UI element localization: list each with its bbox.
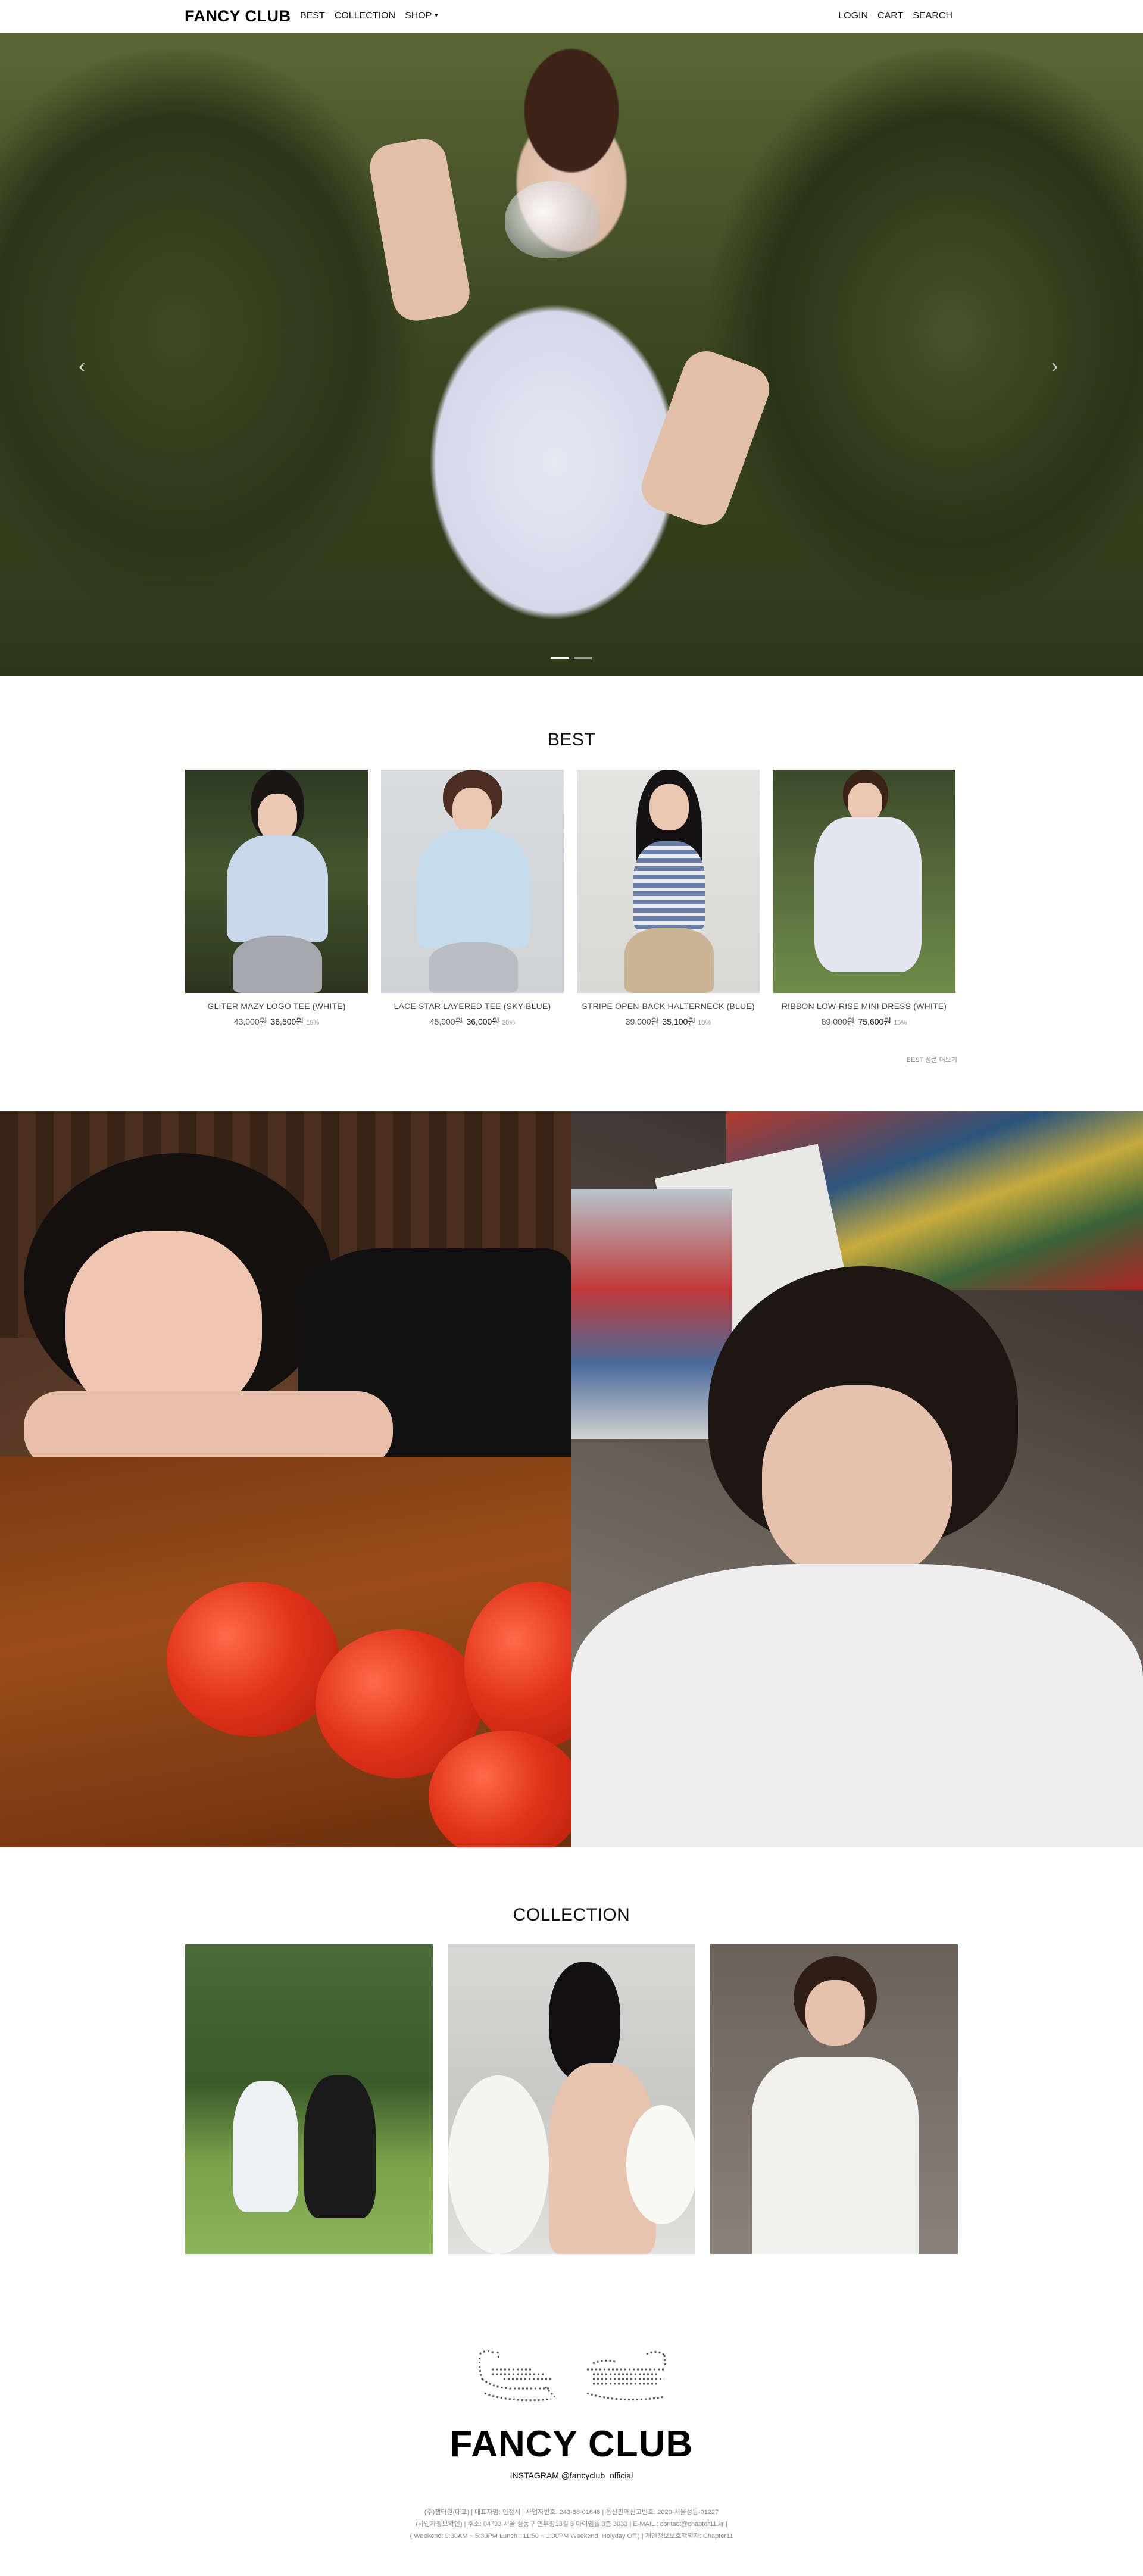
hero-dot-2[interactable] bbox=[574, 657, 592, 659]
best-section-title: BEST bbox=[547, 730, 596, 750]
product-discount: 15% bbox=[306, 1019, 320, 1026]
hero-glass-heart bbox=[505, 181, 600, 258]
nav-best[interactable]: BEST bbox=[300, 11, 325, 21]
banner-image-left[interactable] bbox=[0, 1111, 572, 1847]
footer-info-line: ( Weekend: 9:30AM ~ 5:30PM Lunch : 11:50… bbox=[410, 2533, 733, 2540]
instagram-link[interactable]: INSTAGRAM @fancyclub_official bbox=[0, 2471, 1143, 2480]
model-face bbox=[258, 794, 297, 841]
model-shirt bbox=[572, 1564, 1143, 1847]
product-original-price: 39,000원 bbox=[625, 1017, 659, 1026]
nav-collection[interactable]: COLLECTION bbox=[335, 11, 395, 21]
model-face bbox=[762, 1385, 952, 1582]
caret-down-icon: ▼ bbox=[433, 13, 439, 18]
brand-logo[interactable]: FANCY CLUB bbox=[185, 7, 291, 26]
hero-hand-left bbox=[366, 135, 474, 325]
product-prices: 89,000원 75,600원 15% bbox=[773, 1016, 955, 1028]
product-name[interactable]: RIBBON LOW-RISE MINI DRESS (WHITE) bbox=[773, 1001, 955, 1011]
model-face bbox=[452, 788, 492, 833]
product-name[interactable]: GLITER MAZY LOGO TEE (WHITE) bbox=[185, 1001, 368, 1011]
product-prices: 43,000원 36,500원 15% bbox=[185, 1016, 368, 1028]
collection-section-title: COLLECTION bbox=[513, 1905, 630, 1925]
angel-wings bbox=[626, 2105, 695, 2224]
model-dress bbox=[814, 817, 922, 972]
nav-search[interactable]: SEARCH bbox=[913, 11, 952, 21]
product-sale-price: 36,000원 bbox=[466, 1017, 500, 1026]
product-name[interactable]: STRIPE OPEN-BACK HALTERNECK (BLUE) bbox=[577, 1001, 760, 1011]
model-shirt bbox=[417, 829, 530, 948]
product-original-price: 45,000원 bbox=[429, 1017, 463, 1026]
collection-card-2[interactable] bbox=[448, 1944, 695, 2254]
product-discount: 20% bbox=[502, 1019, 516, 1026]
model-dress-black bbox=[304, 2075, 376, 2218]
model-top bbox=[633, 841, 705, 931]
best-product-list: GLITER MAZY LOGO TEE (WHITE) 43,000원 36,5… bbox=[185, 770, 955, 1028]
product-image[interactable] bbox=[577, 770, 760, 993]
product-original-price: 89,000원 bbox=[821, 1017, 855, 1026]
footer-logo[interactable]: FANCY CLUB bbox=[0, 2423, 1143, 2465]
product-image[interactable] bbox=[185, 770, 368, 993]
main-nav: BEST COLLECTION SHOP ▼ bbox=[300, 11, 439, 21]
product-image[interactable] bbox=[773, 770, 955, 993]
model-dress-white bbox=[233, 2081, 298, 2212]
hero-hand-right bbox=[635, 344, 776, 532]
product-card[interactable]: GLITER MAZY LOGO TEE (WHITE) 43,000원 36,5… bbox=[185, 770, 368, 1028]
collection-card-3[interactable] bbox=[710, 1944, 958, 2254]
collection-list bbox=[185, 1944, 958, 2254]
product-sale-price: 36,500원 bbox=[270, 1017, 304, 1026]
model-dress bbox=[752, 2057, 919, 2254]
product-card[interactable]: LACE STAR LAYERED TEE (SKY BLUE) 45,000원… bbox=[381, 770, 564, 1028]
model-skirt bbox=[624, 928, 714, 993]
product-original-price: 43,000원 bbox=[233, 1017, 267, 1026]
ascii-eyes-logo bbox=[479, 2350, 667, 2402]
model-face bbox=[848, 783, 882, 822]
model-face bbox=[805, 1980, 865, 2046]
hero-dot-1[interactable] bbox=[551, 657, 569, 659]
product-name[interactable]: LACE STAR LAYERED TEE (SKY BLUE) bbox=[381, 1001, 564, 1011]
product-discount: 10% bbox=[698, 1019, 711, 1026]
product-prices: 45,000원 36,000원 20% bbox=[381, 1016, 564, 1028]
product-card[interactable]: STRIPE OPEN-BACK HALTERNECK (BLUE) 39,00… bbox=[577, 770, 760, 1028]
footer-info-line: (주)챕터원(대표) | 대표자명: 인정서 | 사업자번호: 243-88-0… bbox=[424, 2509, 719, 2516]
product-discount: 15% bbox=[894, 1019, 907, 1026]
site-header: FANCY CLUB BEST COLLECTION SHOP ▼ LOGIN C… bbox=[0, 0, 1143, 33]
lookbook-banner bbox=[0, 1111, 1143, 1847]
product-image[interactable] bbox=[381, 770, 564, 993]
collection-card-1[interactable] bbox=[185, 1944, 433, 2254]
best-more-link[interactable]: BEST 상품 더보기 bbox=[907, 1055, 957, 1064]
utility-nav: LOGIN CART SEARCH bbox=[838, 11, 952, 21]
hero-next-arrow-icon[interactable]: › bbox=[1051, 355, 1058, 378]
model-pants bbox=[429, 942, 518, 993]
angel-wings bbox=[448, 2075, 549, 2254]
nav-cart[interactable]: CART bbox=[877, 11, 903, 21]
product-card[interactable]: RIBBON LOW-RISE MINI DRESS (WHITE) 89,00… bbox=[773, 770, 955, 1028]
footer-company-info: (주)챕터원(대표) | 대표자명: 인정서 | 사업자번호: 243-88-0… bbox=[0, 2506, 1143, 2542]
nav-shop[interactable]: SHOP ▼ bbox=[405, 11, 439, 21]
model-face bbox=[649, 784, 689, 830]
hero-pagination bbox=[551, 657, 592, 659]
hero-slider[interactable]: ‹ › bbox=[0, 33, 1143, 676]
footer-info-line: (사업자정보확인) | 주소: 04793 서울 성동구 연무장13길 8 아이… bbox=[416, 2521, 727, 2528]
model-skirt bbox=[233, 936, 322, 993]
product-sale-price: 75,600원 bbox=[858, 1017, 892, 1026]
tomato bbox=[167, 1582, 339, 1737]
hero-prev-arrow-icon[interactable]: ‹ bbox=[79, 355, 85, 378]
nav-login[interactable]: LOGIN bbox=[838, 11, 868, 21]
product-sale-price: 35,100원 bbox=[662, 1017, 696, 1026]
product-prices: 39,000원 35,100원 10% bbox=[577, 1016, 760, 1028]
model-shirt bbox=[227, 835, 328, 942]
nav-shop-label: SHOP bbox=[405, 11, 432, 21]
banner-image-right[interactable] bbox=[572, 1111, 1143, 1847]
